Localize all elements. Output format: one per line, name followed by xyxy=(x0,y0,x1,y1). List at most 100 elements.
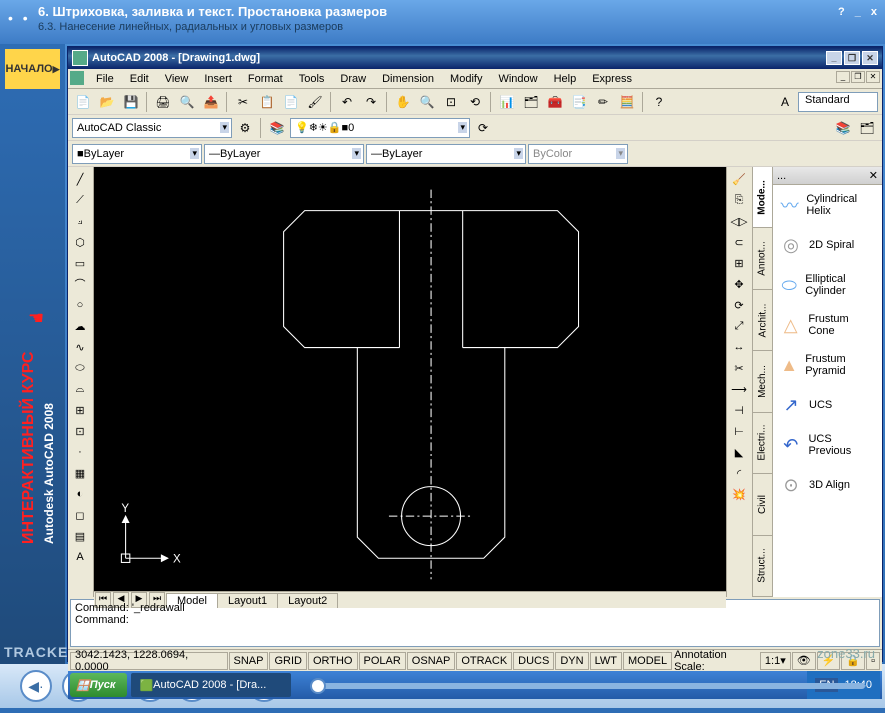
help-icon[interactable]: ? xyxy=(648,91,670,113)
player-handle[interactable] xyxy=(310,678,326,694)
otrack-toggle[interactable]: OTRACK xyxy=(456,652,512,670)
tab-layout2[interactable]: Layout2 xyxy=(277,593,338,608)
pan-icon[interactable]: ✋ xyxy=(392,91,414,113)
revcloud-icon[interactable]: ☁ xyxy=(70,316,90,336)
dyn-toggle[interactable]: DYN xyxy=(555,652,588,670)
calc-icon[interactable]: 🧮 xyxy=(616,91,638,113)
win-close[interactable]: ✕ xyxy=(862,51,878,65)
palette-item[interactable]: ↗UCS xyxy=(773,385,882,425)
win-restore[interactable]: ❐ xyxy=(844,51,860,65)
palette-item[interactable]: ⬭Elliptical Cylinder xyxy=(773,265,882,305)
palette-item[interactable]: ▲Frustum Pyramid xyxy=(773,345,882,385)
circle-icon[interactable]: ○ xyxy=(70,295,90,315)
coords-readout[interactable]: 3042.1423, 1228.0694, 0.0000 xyxy=(70,652,228,670)
menu-express[interactable]: Express xyxy=(584,71,640,87)
menu-window[interactable]: Window xyxy=(490,71,545,87)
autocad-titlebar[interactable]: AutoCAD 2008 - [Drawing1.dwg] _ ❐ ✕ xyxy=(68,47,882,69)
menu-help[interactable]: Help xyxy=(546,71,585,87)
anno-vis-icon[interactable]: 👁 xyxy=(792,652,816,670)
palette-item[interactable]: ↶UCS Previous xyxy=(773,425,882,465)
zoom-rt-icon[interactable]: 🔍 xyxy=(416,91,438,113)
explode-icon[interactable]: 💥 xyxy=(729,484,749,504)
publish-icon[interactable]: 📤 xyxy=(200,91,222,113)
mdi-minimize[interactable]: _ xyxy=(836,71,850,83)
menu-dimension[interactable]: Dimension xyxy=(374,71,442,87)
move-icon[interactable]: ✥ xyxy=(729,274,749,294)
drawing-viewport[interactable]: X Y xyxy=(94,167,726,591)
textstyle-icon[interactable]: A xyxy=(774,91,796,113)
color-dropdown[interactable]: ■ ByLayer xyxy=(72,144,202,164)
mdi-icon[interactable] xyxy=(70,71,84,85)
linetype-dropdown[interactable]: — ByLayer xyxy=(204,144,364,164)
copy-icon[interactable]: 📋 xyxy=(256,91,278,113)
model-toggle[interactable]: MODEL xyxy=(623,652,672,670)
anno-scale-value[interactable]: 1:1 ▾ xyxy=(760,652,791,670)
menu-modify[interactable]: Modify xyxy=(442,71,490,87)
save-icon[interactable]: 💾 xyxy=(120,91,142,113)
vtab-modeling[interactable]: Mode... xyxy=(753,167,772,228)
taskbar-item[interactable]: 🟩 AutoCAD 2008 - [Dra... xyxy=(131,673,291,697)
dc-icon[interactable]: 🗂 xyxy=(520,91,542,113)
osnap-toggle[interactable]: OSNAP xyxy=(407,652,456,670)
layer-props-icon[interactable]: 📚 xyxy=(266,117,288,139)
ortho-toggle[interactable]: ORTHO xyxy=(308,652,358,670)
print-icon[interactable]: 🖨 xyxy=(152,91,174,113)
palette-item[interactable]: △Frustum Cone xyxy=(773,305,882,345)
chamfer-icon[interactable]: ◣ xyxy=(729,442,749,462)
win-minimize[interactable]: _ xyxy=(826,51,842,65)
hatch-icon[interactable]: ▦ xyxy=(70,463,90,483)
arc-icon[interactable]: ⌒ xyxy=(70,274,90,294)
palette-item[interactable]: ⊙3D Align xyxy=(773,465,882,505)
grid-toggle[interactable]: GRID xyxy=(269,652,307,670)
mirror-icon[interactable]: ◁▷ xyxy=(729,211,749,231)
mdi-close[interactable]: ✕ xyxy=(866,71,880,83)
player-prev-chapter[interactable]: ◀· xyxy=(20,670,52,702)
redo-icon[interactable]: ↷ xyxy=(360,91,382,113)
mdi-restore[interactable]: ❐ xyxy=(851,71,865,83)
snap-toggle[interactable]: SNAP xyxy=(229,652,269,670)
layer-prev-icon[interactable]: ⟳ xyxy=(472,117,494,139)
extend-icon[interactable]: ⟶ xyxy=(729,379,749,399)
new-icon[interactable]: 📄 xyxy=(72,91,94,113)
cut-icon[interactable]: ✂ xyxy=(232,91,254,113)
help-button[interactable]: ? xyxy=(838,6,845,18)
polar-toggle[interactable]: POLAR xyxy=(359,652,406,670)
pline-icon[interactable]: ⟓ xyxy=(70,211,90,231)
workspace-dropdown[interactable]: AutoCAD Classic xyxy=(72,118,232,138)
start-button[interactable]: 🪟 Пуск xyxy=(70,673,127,697)
tp-icon[interactable]: 🧰 xyxy=(544,91,566,113)
close-button[interactable]: x xyxy=(871,6,877,18)
ws-settings-icon[interactable]: ⚙ xyxy=(234,117,256,139)
menu-file[interactable]: File xyxy=(88,71,122,87)
break-icon[interactable]: ⊣ xyxy=(729,400,749,420)
polygon-icon[interactable]: ⬡ xyxy=(70,232,90,252)
props-icon[interactable]: 📊 xyxy=(496,91,518,113)
zoom-prev-icon[interactable]: ⟲ xyxy=(464,91,486,113)
layer-dropdown[interactable]: 💡❄☀🔒■ 0 xyxy=(290,118,470,138)
makeblock-icon[interactable]: ⊡ xyxy=(70,421,90,441)
join-icon[interactable]: ⊢ xyxy=(729,421,749,441)
erase-icon[interactable]: 🧹 xyxy=(729,169,749,189)
table-icon[interactable]: ▤ xyxy=(70,526,90,546)
menu-tools[interactable]: Tools xyxy=(291,71,333,87)
line-icon[interactable]: ╱ xyxy=(70,169,90,189)
paste-icon[interactable]: 📄 xyxy=(280,91,302,113)
menu-draw[interactable]: Draw xyxy=(332,71,374,87)
preview-icon[interactable]: 🔍 xyxy=(176,91,198,113)
player-progress[interactable] xyxy=(310,683,865,689)
palette-item[interactable]: ◎2D Spiral xyxy=(773,225,882,265)
layerstate-icon[interactable]: 🗂 xyxy=(856,117,878,139)
array-icon[interactable]: ⊞ xyxy=(729,253,749,273)
menu-format[interactable]: Format xyxy=(240,71,291,87)
layers-icon[interactable]: 📚 xyxy=(832,117,854,139)
style-dropdown[interactable]: Standard xyxy=(798,92,878,112)
menu-view[interactable]: View xyxy=(157,71,197,87)
vtab-mechanical[interactable]: Mech... xyxy=(753,351,772,412)
start-button[interactable]: НАЧАЛО ▶ xyxy=(5,49,60,89)
match-icon[interactable]: 🖌 xyxy=(304,91,326,113)
ducs-toggle[interactable]: DUCS xyxy=(513,652,554,670)
scale-icon[interactable]: ⤢ xyxy=(729,316,749,336)
ellipsearc-icon[interactable]: ⌓ xyxy=(70,379,90,399)
trim-icon[interactable]: ✂ xyxy=(729,358,749,378)
ssm-icon[interactable]: 📑 xyxy=(568,91,590,113)
